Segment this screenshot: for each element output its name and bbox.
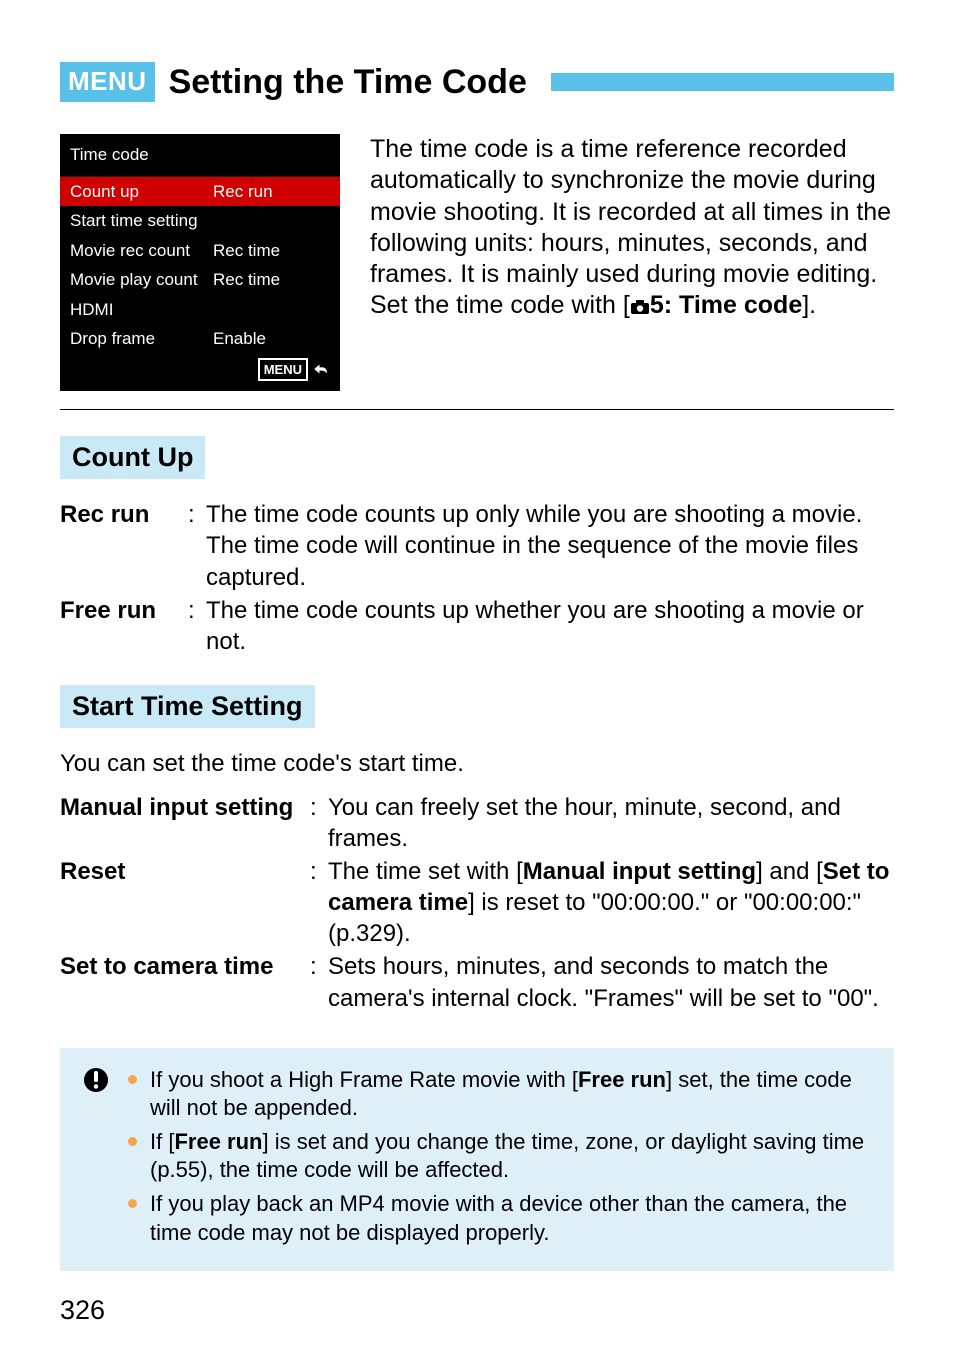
camera-menu-row: Movie rec countRec time [60,236,340,266]
definition-desc: The time set with [Manual input setting]… [328,856,894,950]
camera-menu-row-value: Rec run [213,179,330,205]
camera-menu-row-label: Count up [70,179,213,205]
definition-colon: : [188,595,206,657]
definition-desc: The time code counts up only while you a… [206,499,894,593]
definition-row: Rec run:The time code counts up only whi… [60,499,894,593]
intro-p2: Set the time code with [5: Time code]. [370,290,894,323]
definition-colon: : [310,951,328,1013]
definition-term: Manual input setting [60,792,310,854]
note-item: If you shoot a High Frame Rate movie wit… [128,1066,872,1122]
definition-row: Manual input setting:You can freely set … [60,792,894,854]
definition-colon: : [310,792,328,854]
camera-menu-row-label: Movie play count [70,267,213,293]
camera-menu-footer-label: MENU [258,358,308,382]
camera-menu-row-label: Start time setting [70,208,213,234]
camera-menu-row-label: HDMI [70,297,213,323]
page-title: Setting the Time Code [169,60,527,104]
definition-desc: You can freely set the hour, minute, sec… [328,792,894,854]
camera-menu-row-value [213,208,330,234]
caution-note-box: If you shoot a High Frame Rate movie wit… [60,1048,894,1271]
definition-term: Reset [60,856,310,950]
definition-desc: Sets hours, minutes, and seconds to matc… [328,951,894,1013]
intro-p1: The time code is a time reference record… [370,134,894,290]
camera-menu-footer: MENU [60,354,340,392]
camera-menu-row-value: Rec time [213,267,330,293]
definition-colon: : [310,856,328,950]
camera-menu-title: Time code [60,134,340,177]
definition-row: Free run:The time code counts up whether… [60,595,894,657]
section-count-up: Count Up [60,436,205,479]
camera-menu-row: Movie play countRec time [60,265,340,295]
definition-desc: The time code counts up whether you are … [206,595,894,657]
title-accent-bar [551,73,894,91]
camera-icon [630,292,650,323]
camera-menu-row-value: Rec time [213,238,330,264]
camera-menu-row: HDMI [60,295,340,325]
back-arrow-icon [312,362,330,376]
caution-icon [82,1066,112,1253]
start-time-intro: You can set the time code's start time. [60,748,894,779]
definition-term: Rec run [60,499,188,593]
camera-menu-row: Drop frameEnable [60,324,340,354]
camera-menu-row: Start time setting [60,206,340,236]
camera-menu-row-label: Movie rec count [70,238,213,264]
definition-row: Set to camera time:Sets hours, minutes, … [60,951,894,1013]
section-start-time: Start Time Setting [60,685,315,728]
camera-menu-screenshot: Time code Count upRec runStart time sett… [60,134,340,391]
page-number: 326 [60,1293,894,1328]
camera-menu-row-label: Drop frame [70,326,213,352]
menu-badge: MENU [60,62,155,102]
intro-paragraphs: The time code is a time reference record… [370,134,894,391]
camera-menu-row-value: Enable [213,326,330,352]
page-title-row: MENU Setting the Time Code [60,60,894,104]
definition-row: Reset:The time set with [Manual input se… [60,856,894,950]
camera-menu-row: Count upRec run [60,177,340,207]
note-item: If you play back an MP4 movie with a dev… [128,1190,872,1246]
definition-colon: : [188,499,206,593]
camera-menu-row-value [213,297,330,323]
definition-term: Set to camera time [60,951,310,1013]
note-item: If [Free run] is set and you change the … [128,1128,872,1184]
definition-term: Free run [60,595,188,657]
